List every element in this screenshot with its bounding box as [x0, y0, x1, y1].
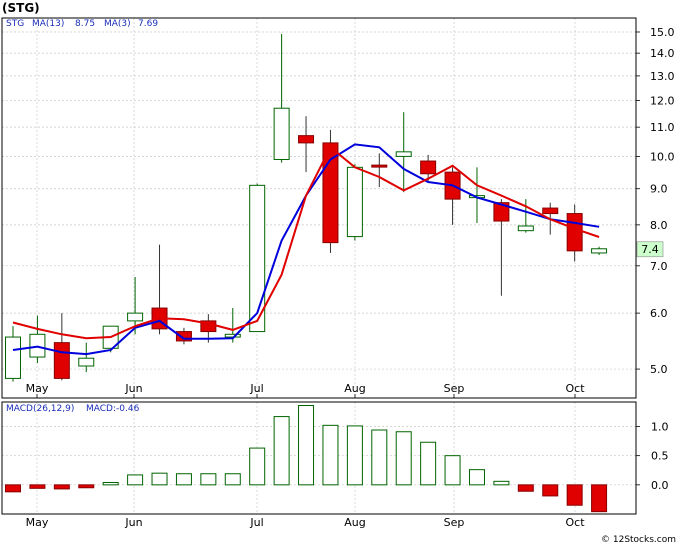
last-price-tag: 7.4: [636, 241, 664, 258]
macd-bar-negative: [29, 484, 46, 489]
macd-bar-positive: [102, 482, 119, 486]
up-candle: [346, 164, 363, 241]
macd-legend: MACD(26,12,9) MACD:-0.46: [6, 404, 140, 414]
macd-bar-positive: [444, 455, 461, 486]
macd-bar-negative: [591, 484, 608, 513]
macd-x-tick-label: Jul: [249, 516, 263, 529]
up-candle: [102, 325, 119, 353]
candle-body: [273, 107, 290, 160]
macd-x-tick-label: May: [26, 516, 49, 529]
legend-ma13-label: MA(13): [32, 19, 64, 29]
candle-body: [420, 160, 437, 175]
macd-bar-negative: [542, 484, 559, 497]
price-tick-label: 11.0: [650, 121, 675, 134]
stock-chart: 5.0 6.0 7.0 8.0 9.0 10.0 11.0 12.0 13.0 14.0 15.0 …: [0, 0, 680, 546]
price-x-tick-label: Jul: [249, 382, 263, 395]
macd-bar-positive: [322, 424, 339, 486]
macd-bar-negative: [78, 484, 95, 489]
chart-canvas: 5.06.07.08.09.010.011.012.013.014.015.0 …: [1, 1, 676, 545]
candle-body: [127, 312, 144, 322]
legend-symbol: STG: [6, 19, 24, 29]
macd-x-tick-label: Aug: [344, 516, 365, 529]
price-tick-label: 15.0: [650, 26, 675, 39]
candle-body: [78, 357, 95, 367]
candle-body: [346, 166, 363, 238]
macd-tick-label: 0.5: [651, 450, 669, 463]
price-tick-label: 8.0: [650, 219, 668, 232]
candle-body: [395, 151, 412, 157]
macd-legend-value: MACD:-0.46: [86, 404, 140, 414]
macd-bar-positive: [346, 425, 363, 486]
macd-x-tick-label: Oct: [565, 516, 585, 529]
macd-bar-positive: [468, 469, 485, 486]
price-y-axis: 5.0 6.0 7.0 8.0 9.0 10.0 11.0 12.0 13.0 14.0 15.0: [636, 26, 675, 376]
price-panel: 5.06.07.08.09.010.011.012.013.014.015.0 …: [1, 17, 675, 399]
macd-bar-positive: [200, 473, 217, 486]
macd-tick-label: 0.0: [651, 479, 669, 492]
macd-bar-negative: [566, 484, 583, 506]
macd-bar-positive: [249, 447, 266, 486]
candle-body: [591, 248, 608, 254]
macd-legend-label: MACD(26,12,9): [6, 404, 74, 414]
macd-bar-positive: [395, 431, 412, 486]
price-tick-label: 14.0: [650, 47, 675, 60]
price-tick-label: 13.0: [650, 70, 675, 83]
candle-body: [517, 225, 534, 232]
last-price-value: 7.4: [641, 243, 659, 256]
macd-bar-positive: [298, 405, 315, 486]
price-tick-label: 5.0: [650, 363, 668, 376]
macd-x-tick-label: Jun: [124, 516, 142, 529]
macd-x-tick-label: Sep: [444, 516, 465, 529]
ticker-title: (STG): [2, 1, 40, 15]
price-x-tick-label: Jun: [124, 382, 142, 395]
price-tick-label: 10.0: [650, 150, 675, 163]
macd-bar-positive: [175, 473, 192, 486]
macd-y-axis: 0.0 0.5 1.0: [636, 421, 669, 492]
macd-bar-positive: [493, 480, 510, 486]
candle-body: [298, 135, 315, 144]
price-tick-label: 12.0: [650, 94, 675, 107]
macd-x-axis: May Jun Jul Aug Sep Oct: [26, 516, 586, 529]
macd-bar-positive: [151, 472, 168, 486]
macd-bar-negative: [517, 484, 534, 492]
candle-body: [5, 336, 21, 379]
copyright-text: © 12Stocks.com: [601, 535, 676, 545]
price-x-tick-label: May: [26, 382, 49, 395]
price-x-tick-label: Aug: [344, 382, 365, 395]
price-tick-label: 9.0: [650, 183, 668, 196]
macd-bar-negative: [5, 484, 21, 493]
legend-ma3-value: 7.69: [138, 19, 158, 29]
price-tick-label: 7.0: [650, 260, 668, 273]
macd-panel: 0.0 0.5 1.0 May Jun Jul Aug Sep Oct: [1, 401, 669, 529]
macd-bar-positive: [224, 473, 241, 486]
macd-bar-positive: [273, 416, 290, 486]
candle-body: [566, 213, 583, 252]
candle-body: [542, 207, 559, 215]
price-x-tick-label: Sep: [444, 382, 465, 395]
price-tick-label: 6.0: [650, 307, 668, 320]
price-x-tick-label: Oct: [565, 382, 585, 395]
candle-body: [53, 342, 70, 379]
legend-ma13-value: 8.75: [75, 19, 95, 29]
candle-body: [224, 333, 241, 338]
macd-tick-label: 1.0: [651, 421, 669, 434]
macd-bar-negative: [53, 484, 70, 490]
macd-bar-positive: [420, 441, 437, 486]
candle-body: [371, 164, 388, 168]
macd-bar-positive: [127, 474, 144, 486]
legend-ma3-label: MA(3): [104, 19, 131, 29]
macd-bar-positive: [371, 429, 388, 486]
